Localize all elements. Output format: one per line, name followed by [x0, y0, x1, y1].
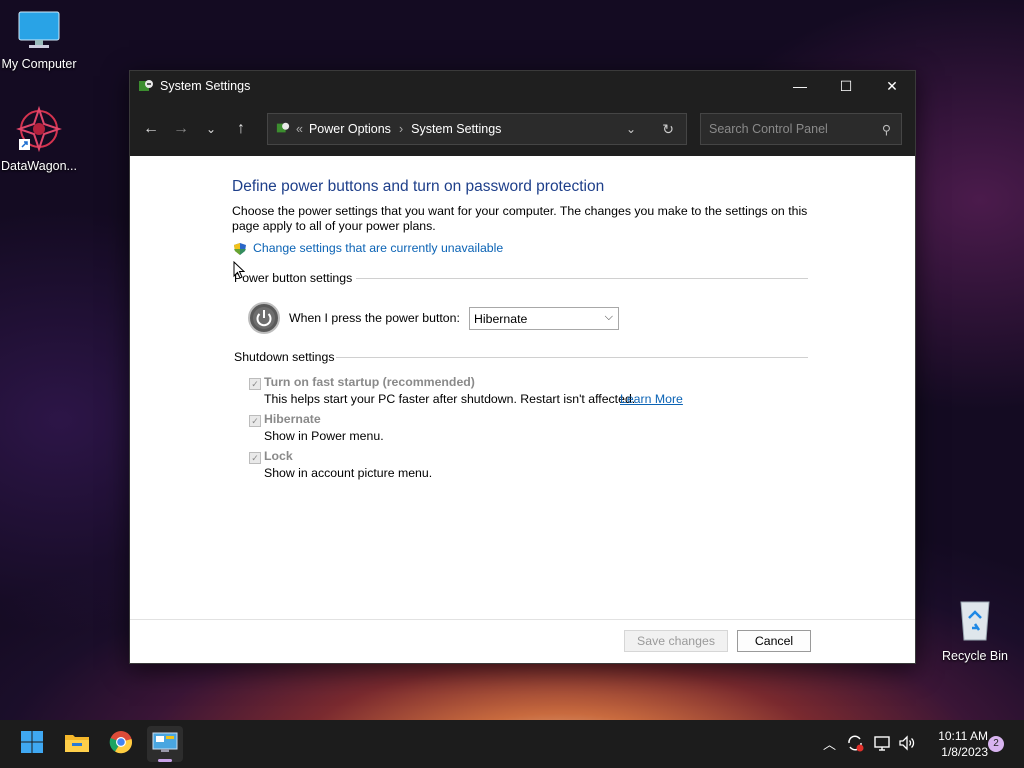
- control-panel-icon: [152, 731, 178, 758]
- page-title: Define power buttons and turn on passwor…: [232, 178, 605, 195]
- chevron-down-icon: ⌵: [604, 311, 613, 323]
- power-button-label: When I press the power button:: [289, 311, 460, 325]
- power-button-action-select[interactable]: Hibernate ⌵: [469, 307, 619, 330]
- mouse-cursor-icon: [233, 260, 246, 284]
- address-dropdown-chevron-icon[interactable]: ⌄: [626, 122, 636, 136]
- start-button[interactable]: [14, 726, 50, 762]
- fast-startup-checkbox[interactable]: ✓: [249, 378, 261, 390]
- power-options-icon: [276, 121, 292, 138]
- footer-divider: [130, 619, 915, 620]
- chrome-button[interactable]: [103, 726, 139, 762]
- window-title: System Settings: [160, 79, 251, 93]
- content-area: Define power buttons and turn on passwor…: [130, 156, 915, 663]
- clock[interactable]: 10:11 AM 1/8/2023: [928, 728, 988, 760]
- recycle-bin-icon: [933, 596, 1017, 645]
- power-button-settings-heading: Power button settings: [234, 271, 353, 285]
- volume-icon[interactable]: [898, 734, 916, 755]
- network-icon[interactable]: [873, 734, 891, 755]
- breadcrumb-separator-icon: ›: [398, 122, 404, 136]
- notification-badge[interactable]: 2: [988, 736, 1004, 752]
- page-description: Choose the power settings that you want …: [232, 204, 808, 233]
- power-icon: [248, 302, 280, 339]
- breadcrumb-power-options[interactable]: Power Options: [309, 122, 391, 136]
- refresh-icon[interactable]: ↻: [662, 121, 674, 138]
- desktop-icon-recycle-bin[interactable]: Recycle Bin: [933, 596, 1017, 663]
- sync-status-icon[interactable]: [846, 734, 864, 755]
- divider: [336, 357, 808, 358]
- windows-logo-icon: [20, 730, 44, 759]
- power-options-icon: [138, 78, 154, 94]
- back-arrow-icon[interactable]: ←: [136, 114, 166, 144]
- file-explorer-button[interactable]: [59, 726, 95, 762]
- desktop-icon-label: DataWagon...: [1, 159, 77, 173]
- learn-more-link[interactable]: Learn More: [620, 392, 683, 406]
- chrome-icon: [109, 730, 133, 759]
- hibernate-description: Show in Power menu.: [264, 429, 384, 443]
- recent-locations-chevron-icon[interactable]: ⌄: [196, 114, 226, 144]
- fast-startup-description: This helps start your PC faster after sh…: [264, 392, 636, 406]
- control-panel-button[interactable]: [147, 726, 183, 762]
- forward-arrow-icon[interactable]: →: [166, 114, 196, 144]
- close-button[interactable]: ✕: [869, 71, 915, 101]
- search-icon[interactable]: ⚲: [882, 122, 891, 137]
- overflow-chevron-icon[interactable]: «: [296, 122, 303, 136]
- lock-checkbox[interactable]: ✓: [249, 452, 261, 464]
- desktop-icon-datawagon[interactable]: DataWagon...: [0, 105, 81, 173]
- search-placeholder: Search Control Panel: [709, 122, 828, 136]
- clock-time: 10:11 AM: [938, 729, 988, 743]
- select-value: Hibernate: [474, 311, 528, 326]
- hibernate-checkbox[interactable]: ✓: [249, 415, 261, 427]
- save-changes-button[interactable]: Save changes: [624, 630, 728, 652]
- lock-title: Lock: [264, 449, 293, 463]
- system-settings-window: System Settings — ☐ ✕ ← → ⌄ ↑ « Power Op…: [129, 70, 916, 664]
- show-hidden-icons-chevron-icon[interactable]: ︿: [823, 734, 836, 753]
- uac-shield-icon: [233, 242, 247, 261]
- maximize-button[interactable]: ☐: [823, 71, 869, 101]
- change-settings-link[interactable]: Change settings that are currently unava…: [253, 241, 503, 255]
- fast-startup-title: Turn on fast startup (recommended): [264, 375, 475, 389]
- minimize-button[interactable]: —: [777, 71, 823, 101]
- hibernate-title: Hibernate: [264, 412, 321, 426]
- address-bar[interactable]: « Power Options › System Settings ⌄ ↻: [267, 113, 687, 145]
- up-arrow-icon[interactable]: ↑: [226, 114, 256, 144]
- folder-icon: [64, 731, 90, 758]
- desktop-icon-my-computer[interactable]: My Computer: [0, 10, 81, 71]
- lock-description: Show in account picture menu.: [264, 466, 433, 480]
- search-input[interactable]: Search Control Panel ⚲: [700, 113, 902, 145]
- monitor-icon: [0, 10, 81, 53]
- active-app-indicator: [158, 759, 172, 762]
- cancel-button[interactable]: Cancel: [737, 630, 811, 652]
- desktop-icon-label: Recycle Bin: [942, 649, 1008, 663]
- datawagon-logo-icon: [0, 105, 81, 155]
- desktop-icon-label: My Computer: [1, 57, 77, 71]
- divider: [356, 278, 808, 279]
- shutdown-settings-heading: Shutdown settings: [234, 350, 335, 364]
- taskbar: ︿ 10:11 AM 1/8/2023: [0, 720, 1024, 768]
- title-bar[interactable]: System Settings — ☐ ✕: [130, 71, 915, 101]
- navigation-bar: ← → ⌄ ↑ « Power Options › System Setting…: [130, 101, 915, 156]
- breadcrumb-system-settings[interactable]: System Settings: [411, 122, 501, 136]
- clock-date: 1/8/2023: [941, 745, 988, 759]
